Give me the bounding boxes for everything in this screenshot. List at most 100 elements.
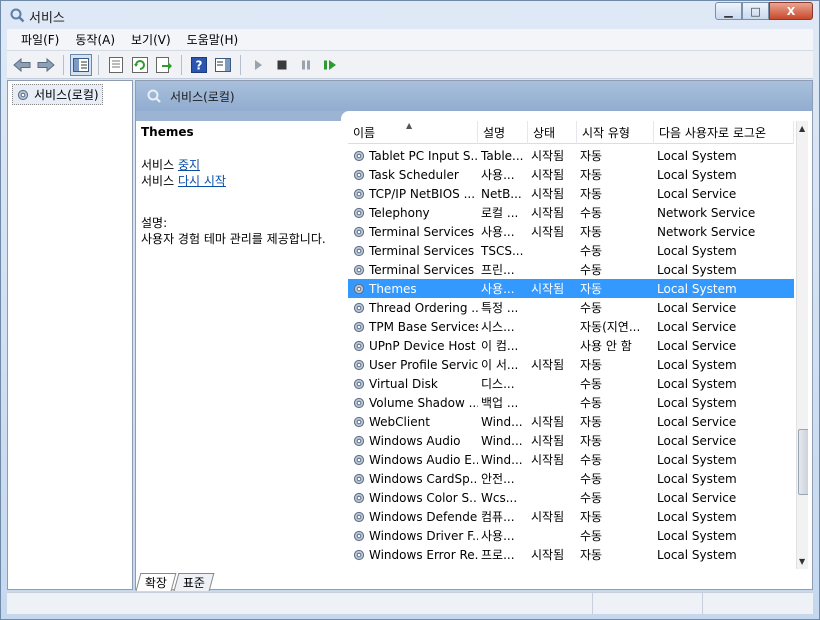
service-gear-icon: [353, 302, 365, 313]
service-log-on-as: Local Service: [657, 433, 737, 448]
service-description: Wcs...: [481, 490, 518, 505]
service-row[interactable]: Windows Defender 컴퓨... 시작됨 자동 Local System: [348, 507, 794, 526]
service-status: 시작됨: [531, 187, 565, 201]
service-row[interactable]: Windows Audio E... Wind... 시작됨 수동 Local Syst…: [348, 450, 794, 469]
scrollbar-thumb[interactable]: [798, 429, 808, 495]
show-hide-console-tree-button[interactable]: [70, 53, 92, 76]
service-name-cell: Windows Color S...: [348, 491, 478, 505]
service-status: 시작됨: [531, 206, 565, 220]
service-startup-type: 수동: [580, 453, 603, 467]
menu-help[interactable]: 도움말(H): [179, 29, 247, 50]
service-row[interactable]: TCP/IP NetBIOS ... NetB... 시작됨 자동 Local Serv…: [348, 184, 794, 203]
service-gear-icon: [353, 473, 365, 484]
title-bar[interactable]: 서비스 ▁ □ X: [1, 1, 819, 29]
service-name: TPM Base Services: [369, 319, 478, 334]
maximize-button[interactable]: □: [742, 2, 769, 20]
stop-icon: [277, 60, 287, 69]
service-row[interactable]: TPM Base Services 시스... 자동(지연... Local Serv…: [348, 317, 794, 336]
stop-service-link[interactable]: 중지: [178, 158, 200, 172]
service-gear-icon: [353, 150, 365, 161]
service-gear-icon: [353, 245, 365, 256]
service-row[interactable]: Virtual Disk 디스... 수동 Local System: [348, 374, 794, 393]
service-row[interactable]: Terminal Services ... 프린... 수동 Local System: [348, 260, 794, 279]
column-header-startup-type[interactable]: 시작 유형: [577, 121, 654, 144]
service-row[interactable]: Windows CardSp... 안전... 수동 Local System: [348, 469, 794, 488]
pane-header: 서비스(로컬): [136, 81, 812, 111]
menu-view[interactable]: 보기(V): [123, 29, 179, 50]
service-startup-type: 자동: [580, 358, 603, 372]
service-description: 사용...: [481, 282, 515, 296]
service-name-cell: Themes: [348, 282, 478, 296]
service-description: 로컬 ...: [481, 206, 519, 220]
scroll-up-icon[interactable]: ▲: [799, 124, 805, 133]
list-rows: Tablet PC Input S... Table... 시작됨 자동 Local S…: [348, 146, 794, 564]
service-row[interactable]: Telephony 로컬 ... 시작됨 수동 Network Service: [348, 203, 794, 222]
tab-extended[interactable]: 확장: [135, 573, 177, 591]
help-button[interactable]: ?: [188, 54, 210, 76]
vertical-scrollbar[interactable]: ▲ ▼: [796, 121, 808, 569]
service-gear-icon: [353, 226, 365, 237]
service-row[interactable]: Terminal Services 사용... 시작됨 자동 Network Servi…: [348, 222, 794, 241]
service-status: 시작됨: [531, 548, 565, 562]
column-header-log-on-as[interactable]: 다음 사용자로 로그온: [654, 121, 794, 144]
service-row[interactable]: User Profile Service 이 서... 시작됨 자동 Local Sys…: [348, 355, 794, 374]
service-row[interactable]: Windows Audio Wind... 시작됨 자동 Local Service: [348, 431, 794, 450]
service-log-on-as: Local Service: [657, 414, 737, 429]
tab-standard[interactable]: 표준: [173, 573, 215, 591]
service-name-cell: Windows CardSp...: [348, 472, 478, 486]
back-button[interactable]: [11, 54, 33, 76]
service-description: Wind...: [481, 452, 523, 467]
restart-line: 서비스 다시 시작: [141, 173, 341, 189]
tree-item-services-local[interactable]: 서비스(로컬): [12, 84, 103, 105]
service-row[interactable]: Tablet PC Input S... Table... 시작됨 자동 Local S…: [348, 146, 794, 165]
service-row[interactable]: Task Scheduler 사용... 시작됨 자동 Local System: [348, 165, 794, 184]
service-name: Terminal Services ...: [369, 262, 478, 277]
close-button[interactable]: X: [769, 2, 813, 20]
export-list-button[interactable]: [153, 54, 175, 76]
service-row[interactable]: WebClient Wind... 시작됨 자동 Local Service: [348, 412, 794, 431]
svg-text:?: ?: [196, 58, 203, 72]
menu-file[interactable]: 파일(F): [13, 29, 67, 50]
properties-button[interactable]: [105, 54, 127, 76]
service-status: 시작됨: [531, 434, 565, 448]
service-description: 프로...: [481, 548, 515, 562]
service-log-on-as: Network Service: [657, 205, 756, 220]
minimize-button[interactable]: ▁: [715, 2, 742, 20]
service-row[interactable]: UPnP Device Host 이 컴... 사용 안 함 Local Servic…: [348, 336, 794, 355]
service-name-cell: Windows Driver F...: [348, 529, 478, 543]
service-startup-type: 자동: [580, 149, 603, 163]
forward-button[interactable]: [35, 54, 57, 76]
service-startup-type: 수동: [580, 301, 603, 315]
service-row[interactable]: Thread Ordering ... 특정 ... 수동 Local Service: [348, 298, 794, 317]
service-row[interactable]: Windows Error Re... 프로... 시작됨 자동 Local Syste…: [348, 545, 794, 564]
pause-service-button[interactable]: [295, 54, 317, 76]
column-header-description[interactable]: 설명: [478, 121, 528, 144]
service-name-cell: Thread Ordering ...: [348, 301, 478, 315]
refresh-button[interactable]: [129, 54, 151, 76]
start-service-button[interactable]: [247, 54, 269, 76]
service-row[interactable]: Windows Color S... Wcs... 수동 Local Service: [348, 488, 794, 507]
service-gear-icon: [353, 511, 365, 522]
service-row[interactable]: Terminal Services ... TSCS... 수동 Local Syst…: [348, 241, 794, 260]
service-row[interactable]: Themes 사용... 시작됨 자동 Local System: [348, 279, 794, 298]
restart-service-link[interactable]: 다시 시작: [178, 174, 226, 188]
restart-service-button[interactable]: [319, 54, 341, 76]
pause-icon: [302, 60, 310, 69]
service-name-cell: Windows Audio E...: [348, 453, 478, 467]
scroll-down-icon[interactable]: ▼: [799, 557, 805, 566]
stop-service-button[interactable]: [271, 54, 293, 76]
service-log-on-as: Local Service: [657, 300, 737, 315]
restart-prefix: 서비스: [141, 174, 178, 188]
service-startup-type: 수동: [580, 396, 603, 410]
show-hide-action-pane-button[interactable]: [212, 54, 234, 76]
service-startup-type: 수동: [580, 472, 603, 486]
service-row[interactable]: Volume Shadow ... 백업 ... 수동 Local System: [348, 393, 794, 412]
service-name: Thread Ordering ...: [369, 300, 478, 315]
column-header-status[interactable]: 상태: [528, 121, 577, 144]
description-text: 사용자 경험 테마 관리를 제공합니다.: [141, 232, 326, 246]
service-description: 특정 ...: [481, 301, 519, 315]
service-row[interactable]: Windows Driver F... 사용... 수동 Local System: [348, 526, 794, 545]
menu-action[interactable]: 동작(A): [67, 29, 123, 50]
service-log-on-as: Local Service: [657, 186, 737, 201]
column-header-name[interactable]: ▲ 이름: [348, 121, 478, 144]
